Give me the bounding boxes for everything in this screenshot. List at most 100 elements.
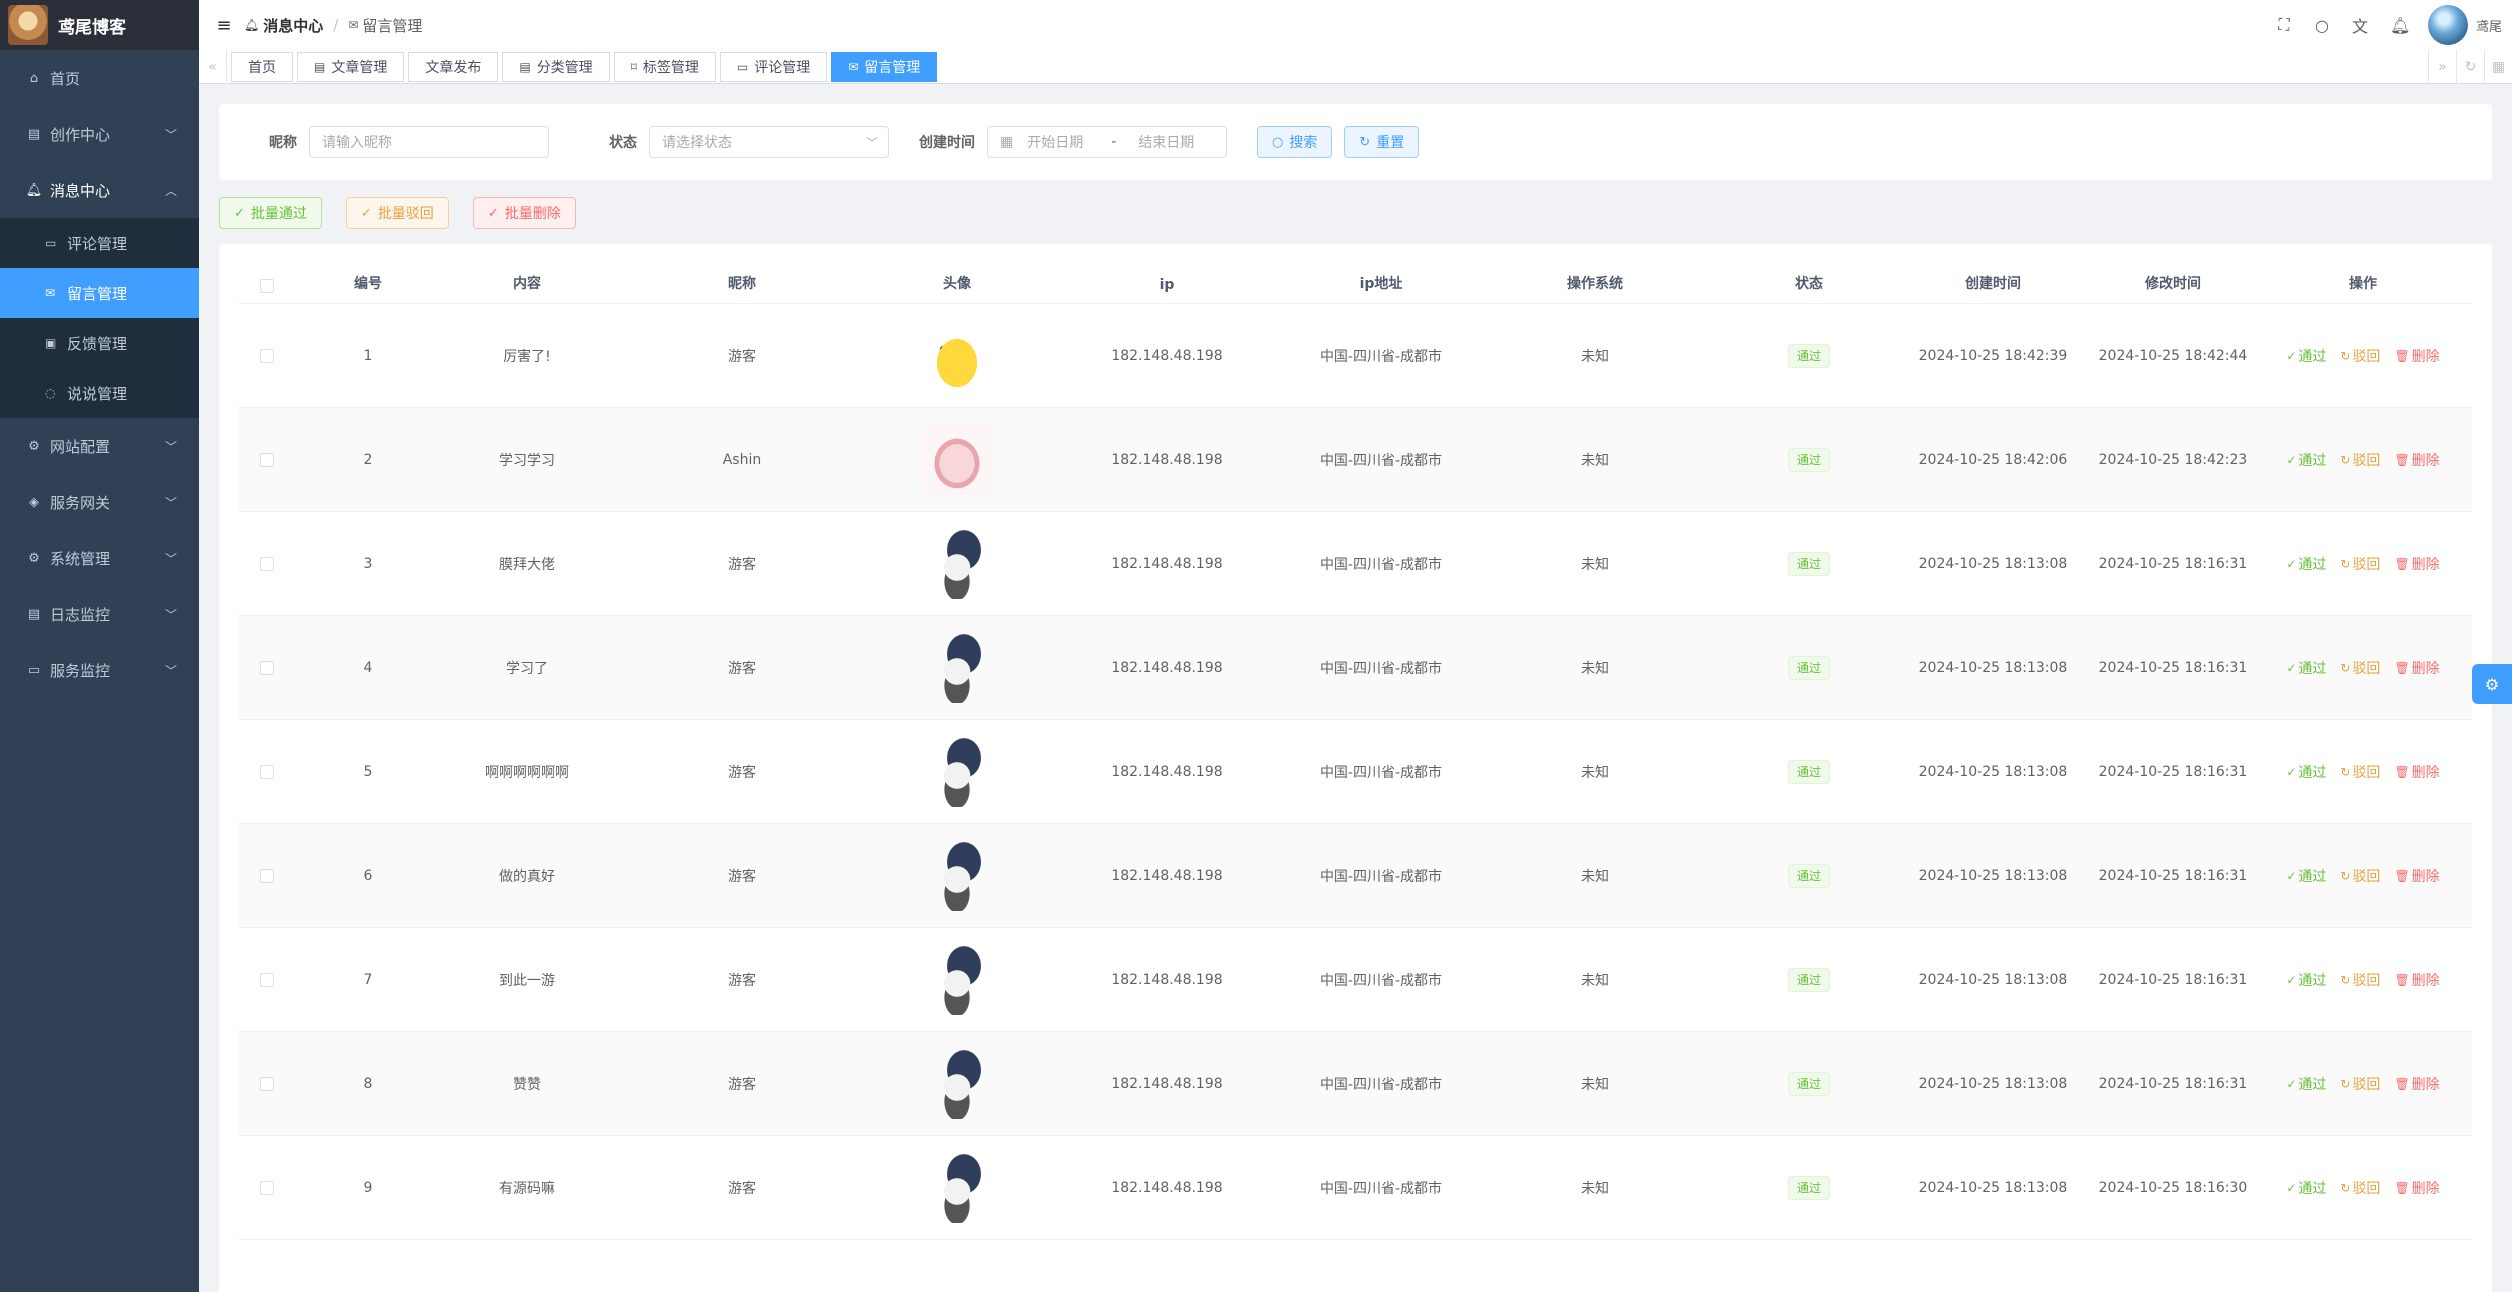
sidebar-item-gateway[interactable]: ◈ 服务网关 ﹀ (0, 474, 199, 530)
delete-button[interactable]: 🗑︎ 删除 (2394, 554, 2439, 574)
approve-button[interactable]: ✓ 通过 (2286, 866, 2326, 886)
approve-button[interactable]: ✓ 通过 (2286, 450, 2326, 470)
translate-icon[interactable]: 文 (2352, 13, 2368, 37)
scroll-left-icon[interactable]: « (199, 49, 227, 84)
grid-icon[interactable]: ▦ (2484, 50, 2512, 84)
fullscreen-icon[interactable]: ⛶ (2276, 15, 2292, 35)
hamburger-icon[interactable]: ≡ (204, 15, 244, 36)
sidebar-item-site-config[interactable]: ⚙ 网站配置 ﹀ (0, 418, 199, 474)
reject-button[interactable]: ↻ 驳回 (2340, 1074, 2380, 1094)
delete-button[interactable]: 🗑︎ 删除 (2394, 970, 2439, 990)
sidebar-item-creation[interactable]: ▤ 创作中心 ﹀ (0, 106, 199, 162)
batch-approve-button[interactable]: ✓ 批量通过 (219, 197, 322, 229)
breadcrumb-item[interactable]: 消息中心 (263, 15, 323, 36)
cell-create-time: 2024-10-25 18:13:08 (1918, 867, 2068, 884)
table-row: 7 到此一游 游客 182.148.48.198 中国-四川省-成都市 未知 通… (239, 928, 2472, 1032)
status-select[interactable]: 请选择状态 ﹀ (649, 126, 889, 158)
tag-articles[interactable]: ▤ 文章管理 (297, 51, 405, 82)
refresh-icon: ↻ (2340, 348, 2351, 363)
reject-button[interactable]: ↻ 驳回 (2340, 762, 2380, 782)
sidebar-item-talks[interactable]: ◌ 说说管理 (0, 368, 199, 418)
column-header: 头像 (943, 276, 971, 292)
user-name[interactable]: 鸢尾 (2476, 16, 2502, 35)
row-checkbox[interactable] (259, 1180, 274, 1195)
cell-id: 2 (363, 451, 373, 468)
sidebar-item-home[interactable]: ⌂ 首页 (0, 50, 199, 106)
avatar[interactable] (2427, 5, 2468, 45)
reject-button[interactable]: ↻ 驳回 (2340, 970, 2380, 990)
approve-button[interactable]: ✓ 通过 (2286, 554, 2326, 574)
table-row: 3 膜拜大佬 游客 182.148.48.198 中国-四川省-成都市 未知 通… (239, 512, 2472, 616)
status-badge: 通过 (1787, 1071, 1830, 1096)
row-checkbox[interactable] (259, 764, 274, 779)
cell-ip: 182.148.48.198 (1111, 763, 1223, 780)
row-checkbox[interactable] (259, 556, 274, 571)
tag-guestbook[interactable]: ✉ 留言管理 (831, 51, 938, 82)
search-icon[interactable]: ○ (2314, 16, 2330, 35)
batch-delete-button[interactable]: ✓ 批量删除 (472, 197, 576, 229)
sidebar-item-system[interactable]: ⚙ 系统管理 ﹀ (0, 530, 199, 586)
reject-button[interactable]: ↻ 驳回 (2340, 554, 2380, 574)
settings-gear-icon[interactable]: ⚙ (2472, 664, 2512, 704)
refresh-icon: ↻ (2340, 764, 2351, 779)
reset-button[interactable]: ↻ 重置 (1344, 126, 1420, 158)
delete-button[interactable]: 🗑︎ 删除 (2394, 450, 2439, 470)
tag-comments[interactable]: ▭ 评论管理 (719, 51, 828, 82)
sidebar-item-guestbook[interactable]: ✉ 留言管理 (0, 268, 199, 318)
navbar: ≡ 🔔︎ 消息中心 / ✉ 留言管理 ⛶ ○ 文 🔔︎ 鸢尾 (199, 0, 2512, 50)
search-button[interactable]: ○ 搜索 (1257, 126, 1333, 158)
approve-button[interactable]: ✓ 通过 (2286, 346, 2326, 366)
reject-label: 驳回 (2352, 1180, 2381, 1197)
cell-nick: 游客 (728, 764, 756, 781)
approve-button[interactable]: ✓ 通过 (2286, 658, 2326, 678)
row-checkbox[interactable] (259, 1076, 274, 1091)
delete-button[interactable]: 🗑︎ 删除 (2394, 1178, 2439, 1198)
approve-button[interactable]: ✓ 通过 (2286, 1178, 2326, 1198)
cell-os: 未知 (1581, 452, 1609, 469)
sidebar-item-log-monitor[interactable]: ▤ 日志监控 ﹀ (0, 586, 199, 642)
scroll-right-icon[interactable]: » (2428, 50, 2456, 84)
sidebar-item-service-monitor[interactable]: ▭ 服务监控 ﹀ (0, 642, 199, 698)
delete-label: 删除 (2411, 972, 2440, 989)
delete-button[interactable]: 🗑︎ 删除 (2394, 762, 2439, 782)
delete-button[interactable]: 🗑︎ 删除 (2394, 866, 2439, 886)
nick-input[interactable]: 请输入昵称 (309, 126, 549, 158)
refresh-icon: ↻ (2340, 1180, 2351, 1195)
sidebar-item-feedback[interactable]: ▣ 反馈管理 (0, 318, 199, 368)
row-checkbox[interactable] (259, 660, 274, 675)
batch-reject-button[interactable]: ✓ 批量驳回 (345, 197, 449, 229)
document-icon: ▤ (519, 59, 531, 74)
check-icon: ✓ (234, 205, 245, 221)
batch-actions: ✓ 批量通过 ✓ 批量驳回 ✓ 批量删除 (219, 197, 588, 229)
sidebar-item-messages[interactable]: 🔔︎ 消息中心 ︿ (0, 162, 199, 218)
bell-icon[interactable]: 🔔︎ (2390, 16, 2410, 35)
delete-button[interactable]: 🗑︎ 删除 (2394, 346, 2439, 366)
reject-button[interactable]: ↻ 驳回 (2340, 450, 2380, 470)
document-icon: ▤ (27, 126, 41, 142)
reject-button[interactable]: ↻ 驳回 (2340, 866, 2380, 886)
refresh-icon[interactable]: ↻ (2456, 50, 2484, 84)
approve-button[interactable]: ✓ 通过 (2286, 762, 2326, 782)
reject-button[interactable]: ↻ 驳回 (2340, 346, 2380, 366)
reject-button[interactable]: ↻ 驳回 (2340, 658, 2380, 678)
approve-button[interactable]: ✓ 通过 (2286, 970, 2326, 990)
date-range-picker[interactable]: ▦ 开始日期 - 结束日期 (987, 126, 1227, 158)
select-all-checkbox[interactable] (259, 279, 274, 293)
delete-button[interactable]: 🗑︎ 删除 (2394, 658, 2439, 678)
nick-placeholder: 请输入昵称 (322, 135, 392, 151)
row-checkbox[interactable] (259, 452, 274, 467)
row-checkbox[interactable] (259, 348, 274, 363)
approve-button[interactable]: ✓ 通过 (2286, 1074, 2326, 1094)
tag-home[interactable]: 首页 (231, 51, 293, 82)
logo[interactable]: 鸢尾博客 (0, 0, 199, 50)
reject-label: 驳回 (2352, 868, 2381, 885)
date-separator: - (1111, 134, 1117, 150)
tag-labels[interactable]: ⌑ 标签管理 (613, 51, 716, 82)
delete-button[interactable]: 🗑︎ 删除 (2394, 1074, 2439, 1094)
tag-publish[interactable]: 文章发布 (408, 51, 499, 82)
reject-button[interactable]: ↻ 驳回 (2340, 1178, 2380, 1198)
tag-categories[interactable]: ▤ 分类管理 (502, 51, 610, 82)
sidebar-item-comments[interactable]: ▭ 评论管理 (0, 218, 199, 268)
row-checkbox[interactable] (259, 972, 274, 987)
row-checkbox[interactable] (259, 868, 274, 883)
